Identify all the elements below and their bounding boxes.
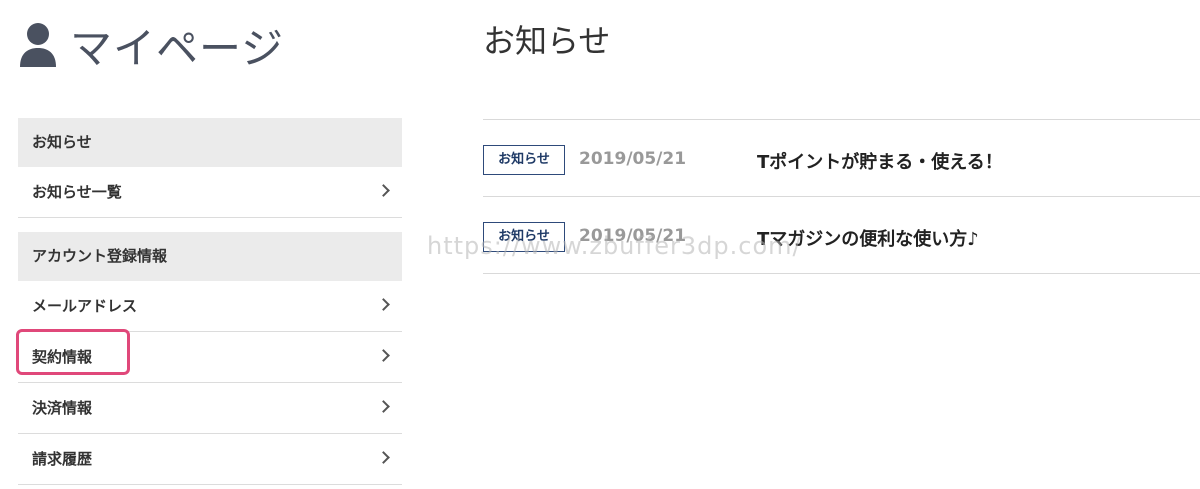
list-item[interactable]: お知らせ 2019/05/21 Tポイントが貯まる・使える！ [483,120,1200,197]
sidebar-item-payment[interactable]: 決済情報 [18,383,402,434]
sidebar-item-label: 請求履歴 [32,450,93,468]
list-item[interactable]: お知らせ 2019/05/21 Tマガジンの便利な使い方♪ [483,197,1200,274]
chevron-right-icon [377,298,390,311]
sidebar-item-email[interactable]: メールアドレス [18,281,402,332]
highlight-box [16,329,130,375]
news-link[interactable]: Tポイントが貯まる・使える！ [757,148,1003,174]
sidebar: お知らせ お知らせ一覧 アカウント登録情報 メールアドレス 契約情報 決済情報 … [16,118,402,485]
news-link[interactable]: Tマガジンの便利な使い方♪ [757,225,979,251]
news-badge: お知らせ [483,145,565,175]
chevron-right-icon [377,349,390,362]
sidebar-item-label: お知らせ一覧 [32,183,122,201]
page-header: マイページ [18,14,284,76]
news-title: お知らせ [483,22,611,60]
news-badge: お知らせ [483,222,565,252]
sidebar-item-billing-history[interactable]: 請求履歴 [18,434,402,485]
user-icon [20,23,56,67]
sidebar-item-label: 決済情報 [32,399,93,417]
sidebar-item-news-list[interactable]: お知らせ一覧 [18,167,402,218]
news-date: 2019/05/21 [579,149,687,169]
sidebar-item-label: メールアドレス [32,297,138,315]
chevron-right-icon [377,400,390,413]
sidebar-item-contract[interactable]: 契約情報 [16,329,402,383]
page-title: マイページ [70,23,285,73]
chevron-right-icon [377,184,390,197]
sidebar-section-news: お知らせ [18,118,402,167]
news-list: お知らせ 2019/05/21 Tポイントが貯まる・使える！ お知らせ 2019… [483,119,1200,274]
chevron-right-icon [377,451,390,464]
sidebar-section-account: アカウント登録情報 [18,232,402,281]
news-date: 2019/05/21 [579,226,687,246]
